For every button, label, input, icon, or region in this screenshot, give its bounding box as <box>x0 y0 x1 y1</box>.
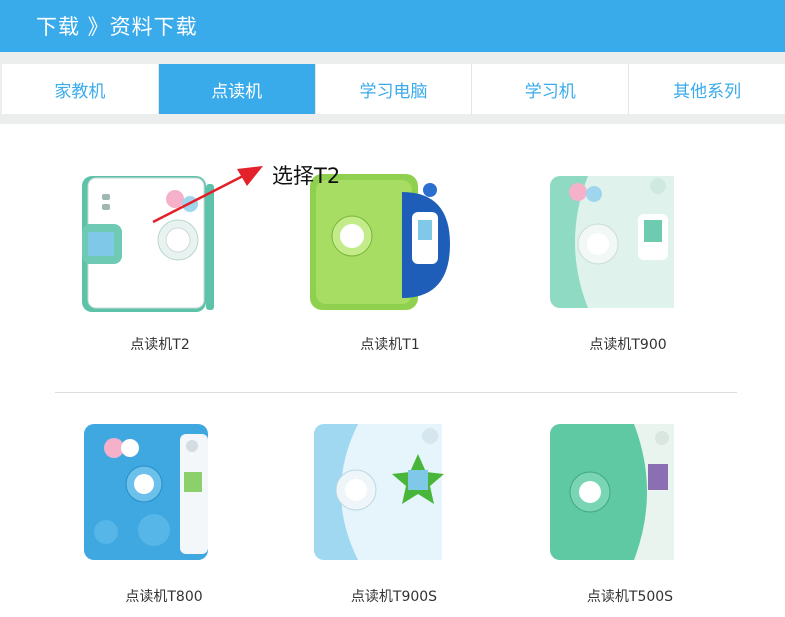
product-card-t500s[interactable]: 点读机T500S <box>550 424 710 609</box>
product-name: 点读机T1 <box>360 337 420 353</box>
tab-learning-machine[interactable]: 学习机 <box>472 64 630 114</box>
tab-other-series[interactable]: 其他系列 <box>629 64 785 114</box>
tab-reading-pen[interactable]: 点读机 <box>158 64 316 114</box>
tab-learning-computer[interactable]: 学习电脑 <box>316 64 473 114</box>
category-tabs: 家教机 点读机 学习电脑 学习机 其他系列 <box>2 64 785 114</box>
product-card-t1[interactable]: 点读机T1 <box>310 174 470 359</box>
annotation-arrow-icon <box>152 166 263 224</box>
product-name: 点读机T500S <box>586 589 674 605</box>
product-image-t500s <box>550 424 674 560</box>
product-image-t800 <box>84 424 208 560</box>
product-name: 点读机T900 <box>589 337 667 353</box>
product-image-t1 <box>310 174 450 310</box>
product-grid: 点读机T2 点读机T1 点读机T900 点读机T800 点读机T900S 点读机… <box>0 124 785 617</box>
page-header: 下载 》资料下载 <box>0 0 785 52</box>
product-card-t900[interactable]: 点读机T900 <box>548 174 708 359</box>
product-name: 点读机T900S <box>350 589 438 605</box>
product-image-t900 <box>550 176 674 308</box>
breadcrumb: 下载 》资料下载 <box>36 15 198 39</box>
tab-home-tutor[interactable]: 家教机 <box>2 64 159 114</box>
product-name: 点读机T800 <box>125 589 203 605</box>
product-card-t900s[interactable]: 点读机T900S <box>314 424 474 609</box>
row-divider <box>55 392 737 393</box>
product-image-t900s <box>314 424 444 560</box>
annotation-label: 选择T2 <box>272 164 341 188</box>
product-name: 点读机T2 <box>130 337 190 353</box>
product-card-t800[interactable]: 点读机T800 <box>84 424 244 609</box>
